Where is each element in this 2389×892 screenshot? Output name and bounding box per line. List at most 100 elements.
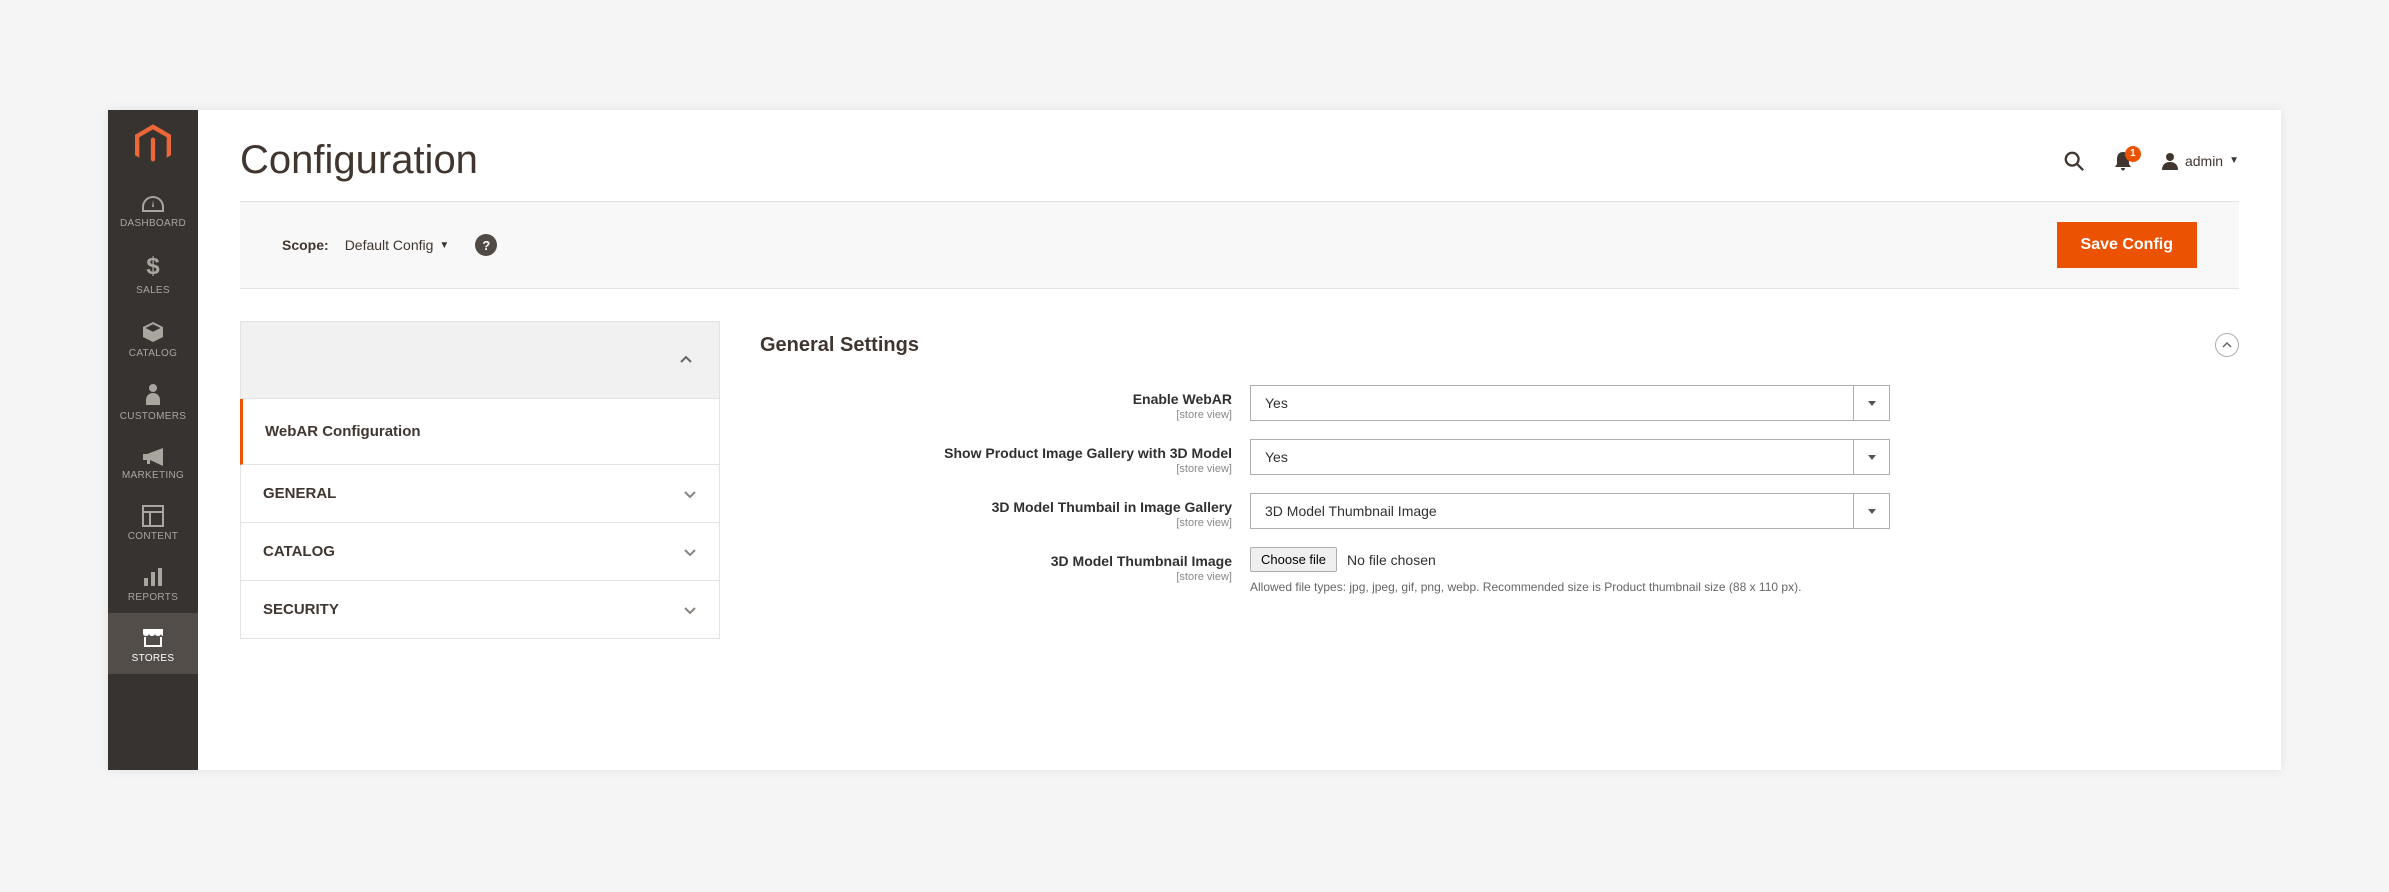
dashboard-icon	[140, 194, 166, 214]
config-nav-item-security[interactable]: SECURITY	[240, 581, 720, 639]
field-scope-hint: [store view]	[760, 409, 1232, 421]
field-thumb-image: 3D Model Thumbnail Image [store view] Ch…	[760, 547, 2239, 596]
file-input-row: Choose file No file chosen	[1250, 547, 1890, 572]
megaphone-icon	[141, 446, 165, 466]
sidebar-item-label: DASHBOARD	[120, 218, 186, 229]
save-config-button[interactable]: Save Config	[2057, 222, 2197, 268]
enable-webar-select[interactable]: Yes	[1250, 385, 1890, 421]
sidebar-item-label: REPORTS	[128, 592, 178, 603]
sidebar-item-customers[interactable]: CUSTOMERS	[108, 369, 198, 432]
chevron-up-icon	[679, 353, 693, 367]
sidebar-item-label: STORES	[132, 653, 175, 664]
field-thumb-mode: 3D Model Thumbail in Image Gallery [stor…	[760, 493, 2239, 529]
page-title: Configuration	[240, 138, 478, 183]
sidebar-item-label: SALES	[136, 285, 170, 296]
store-icon	[141, 627, 165, 649]
field-scope-hint: [store view]	[760, 517, 1232, 529]
thumb-mode-select[interactable]: 3D Model Thumbnail Image	[1250, 493, 1890, 529]
field-input-col: Choose file No file chosen Allowed file …	[1250, 547, 1890, 596]
settings-panel: General Settings Enable WebAR [store vie…	[760, 321, 2239, 770]
page-header: Configuration 1 admin ▼	[198, 110, 2281, 201]
file-status: No file chosen	[1347, 552, 1436, 568]
scope-label: Scope:	[282, 237, 329, 253]
sidebar-item-label: MARKETING	[122, 470, 184, 481]
settings-header: General Settings	[760, 321, 2239, 385]
layout-icon	[142, 505, 164, 527]
field-show-gallery: Show Product Image Gallery with 3D Model…	[760, 439, 2239, 475]
chevron-down-icon	[683, 487, 697, 501]
select-arrow	[1853, 386, 1889, 420]
magento-logo-icon	[135, 124, 171, 166]
config-nav-label: GENERAL	[263, 485, 336, 502]
field-label: 3D Model Thumbnail Image	[760, 553, 1232, 569]
user-icon	[2161, 152, 2179, 170]
app-container: DASHBOARD $ SALES CATALOG CUSTOMERS	[108, 110, 2281, 770]
field-input-col: 3D Model Thumbnail Image	[1250, 493, 1890, 529]
config-nav-label: CATALOG	[263, 543, 335, 560]
chevron-up-icon	[2222, 340, 2232, 350]
field-label: Show Product Image Gallery with 3D Model	[760, 445, 1232, 461]
scope-left: Scope: Default Config ▼ ?	[282, 234, 497, 256]
search-icon	[2063, 150, 2085, 172]
collapse-section-button[interactable]	[2215, 333, 2239, 357]
field-label: Enable WebAR	[760, 391, 1232, 407]
scope-selector[interactable]: Default Config ▼	[345, 237, 450, 253]
field-input-col: Yes	[1250, 439, 1890, 475]
sidebar-item-marketing[interactable]: MARKETING	[108, 432, 198, 491]
notification-count-badge: 1	[2125, 146, 2141, 162]
config-nav-item-webar[interactable]: WebAR Configuration	[240, 399, 720, 465]
field-label-col: Show Product Image Gallery with 3D Model…	[760, 439, 1250, 475]
field-scope-hint: [store view]	[760, 571, 1232, 583]
select-value: Yes	[1251, 395, 1302, 411]
chevron-down-icon	[683, 603, 697, 617]
settings-title: General Settings	[760, 334, 919, 357]
scope-bar: Scope: Default Config ▼ ? Save Config	[240, 201, 2239, 289]
person-icon	[145, 383, 161, 407]
select-arrow	[1853, 494, 1889, 528]
viewport: DASHBOARD $ SALES CATALOG CUSTOMERS	[0, 0, 2389, 892]
sidebar-item-label: CUSTOMERS	[120, 411, 186, 422]
field-scope-hint: [store view]	[760, 463, 1232, 475]
search-button[interactable]	[2063, 150, 2085, 172]
sidebar-item-stores[interactable]: STORES	[108, 613, 198, 674]
field-label-col: 3D Model Thumbail in Image Gallery [stor…	[760, 493, 1250, 529]
config-nav: WebAR Configuration GENERAL CATALOG SECU…	[240, 321, 720, 770]
config-nav-label: SECURITY	[263, 601, 339, 618]
field-label-col: Enable WebAR [store view]	[760, 385, 1250, 421]
notifications-button[interactable]: 1	[2113, 150, 2133, 172]
header-actions: 1 admin ▼	[2063, 150, 2239, 172]
sidebar: DASHBOARD $ SALES CATALOG CUSTOMERS	[108, 110, 198, 770]
sidebar-item-sales[interactable]: $ SALES	[108, 239, 198, 306]
config-nav-item-catalog[interactable]: CATALOG	[240, 523, 720, 581]
sidebar-item-label: CATALOG	[129, 348, 177, 359]
file-hint: Allowed file types: jpg, jpeg, gif, png,…	[1250, 578, 1870, 596]
sidebar-item-catalog[interactable]: CATALOG	[108, 306, 198, 369]
chevron-down-icon: ▼	[439, 240, 449, 251]
help-button[interactable]: ?	[475, 234, 497, 256]
user-label: admin	[2185, 153, 2223, 169]
choose-file-button[interactable]: Choose file	[1250, 547, 1337, 572]
select-value: Yes	[1251, 449, 1302, 465]
sidebar-item-reports[interactable]: REPORTS	[108, 552, 198, 613]
sidebar-item-label: CONTENT	[128, 531, 178, 542]
user-menu[interactable]: admin ▼	[2161, 152, 2239, 170]
show-gallery-select[interactable]: Yes	[1250, 439, 1890, 475]
content-area: WebAR Configuration GENERAL CATALOG SECU…	[198, 321, 2281, 770]
field-enable-webar: Enable WebAR [store view] Yes	[760, 385, 2239, 421]
field-input-col: Yes	[1250, 385, 1890, 421]
chart-icon	[142, 566, 164, 588]
config-nav-collapse[interactable]	[240, 321, 720, 399]
field-label-col: 3D Model Thumbnail Image [store view]	[760, 547, 1250, 583]
config-nav-item-general[interactable]: GENERAL	[240, 465, 720, 523]
main-area: Configuration 1 admin ▼	[198, 110, 2281, 770]
sidebar-item-content[interactable]: CONTENT	[108, 491, 198, 552]
select-arrow	[1853, 440, 1889, 474]
field-label: 3D Model Thumbail in Image Gallery	[760, 499, 1232, 515]
sidebar-item-dashboard[interactable]: DASHBOARD	[108, 180, 198, 239]
select-value: 3D Model Thumbnail Image	[1251, 503, 1451, 519]
chevron-down-icon: ▼	[2229, 155, 2239, 166]
chevron-down-icon	[683, 545, 697, 559]
scope-value: Default Config	[345, 237, 434, 253]
magento-logo[interactable]	[108, 110, 198, 180]
box-icon	[141, 320, 165, 344]
